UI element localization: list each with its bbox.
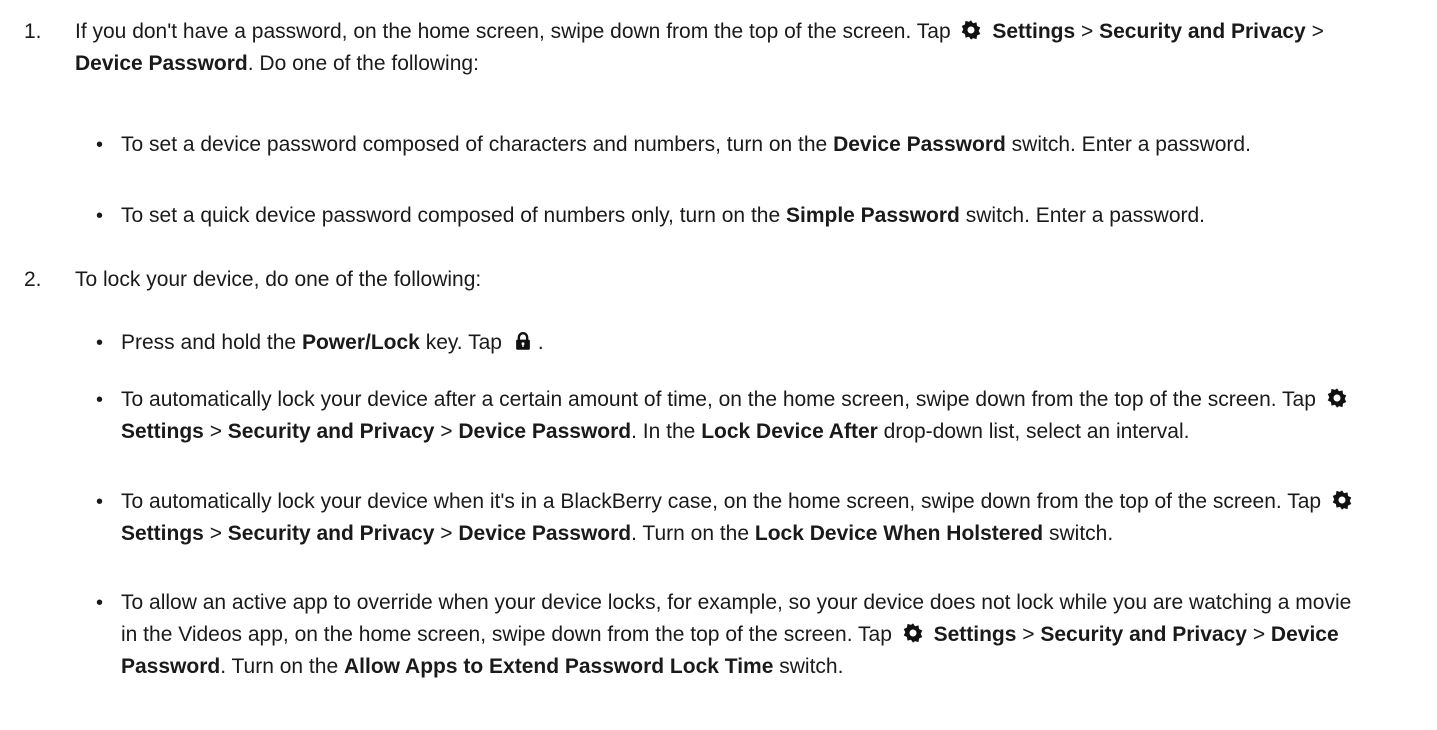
bullet-dot: • — [96, 134, 104, 156]
separator: > — [209, 522, 222, 545]
gear-icon — [902, 622, 924, 644]
bullet-text-part: . In the — [631, 420, 696, 443]
bullet-text-part: To set a quick device password composed … — [121, 204, 781, 227]
separator: > — [1311, 20, 1324, 43]
simple-password-switch-label: Simple Password — [785, 204, 960, 227]
security-privacy-label: Security and Privacy — [1040, 623, 1247, 646]
lock-icon — [512, 330, 534, 352]
bullet-text-part: switch. Enter a password. — [965, 204, 1205, 227]
security-privacy-label: Security and Privacy — [1099, 20, 1306, 43]
step-text-part: . Do one of the following: — [247, 52, 479, 75]
bullet-text-part: To automatically lock your device after … — [121, 388, 1316, 411]
bullet-text-part: switch. Enter a password. — [1011, 133, 1251, 156]
bullet-text-part: drop-down list, select an interval. — [883, 420, 1190, 443]
bullet-text: To allow an active app to override when … — [121, 587, 1357, 683]
separator: > — [1252, 623, 1266, 646]
gear-icon — [1331, 489, 1353, 511]
allow-apps-extend-lock-label: Allow Apps to Extend Password Lock Time — [343, 655, 774, 678]
instructions-page: 1. If you don't have a password, on the … — [0, 0, 1437, 730]
bullet-text-part: . — [537, 331, 544, 354]
separator: > — [209, 420, 222, 443]
step-number: 2. — [24, 268, 42, 291]
bullet-text: To automatically lock your device when i… — [121, 486, 1357, 550]
bullet-dot: • — [96, 332, 104, 354]
bullet-text-part: To automatically lock your device when i… — [121, 490, 1322, 513]
device-password-label: Device Password — [75, 52, 248, 75]
bullet-text: To set a quick device password composed … — [121, 200, 1357, 232]
separator: > — [440, 420, 453, 443]
bullet-dot: • — [96, 491, 104, 513]
security-privacy-label: Security and Privacy — [227, 420, 435, 443]
separator: > — [1081, 20, 1094, 43]
bullet-text: To set a device password composed of cha… — [121, 129, 1357, 161]
step-number: 1. — [24, 20, 42, 43]
settings-label: Settings — [933, 623, 1017, 646]
bullet-text-part: switch. — [779, 655, 844, 678]
gear-icon — [1326, 387, 1348, 409]
bullet-text-part: . Turn on the — [631, 522, 750, 545]
power-lock-key-label: Power/Lock — [301, 331, 420, 354]
bullet-text-part: key. Tap — [425, 331, 502, 354]
security-privacy-label: Security and Privacy — [227, 522, 435, 545]
bullet-dot: • — [96, 205, 104, 227]
step-text: If you don't have a password, on the hom… — [75, 16, 1347, 80]
settings-label: Settings — [121, 522, 204, 545]
bullet-dot: • — [96, 389, 104, 411]
device-password-switch-label: Device Password — [833, 133, 1006, 156]
bullet-text: Press and hold the Power/Lock key. Tap . — [121, 327, 1357, 359]
lock-device-when-holstered-label: Lock Device When Holstered — [754, 522, 1044, 545]
lock-device-after-label: Lock Device After — [701, 420, 878, 443]
separator: > — [1022, 623, 1035, 646]
device-password-label: Device Password — [458, 420, 632, 443]
gear-icon — [960, 19, 982, 41]
separator: > — [440, 522, 453, 545]
settings-label: Settings — [992, 20, 1076, 43]
device-password-label: Device Password — [458, 522, 632, 545]
bullet-text-part: . Turn on the — [220, 655, 339, 678]
bullet-text: To automatically lock your device after … — [121, 384, 1357, 448]
settings-label: Settings — [121, 420, 204, 443]
step-text: To lock your device, do one of the follo… — [75, 268, 482, 291]
bullet-dot: • — [96, 592, 104, 614]
bullet-text-part: switch. — [1048, 522, 1114, 545]
step-text-part: If you don't have a password, on the hom… — [75, 20, 951, 43]
bullet-text-part: To set a device password composed of cha… — [121, 133, 828, 156]
bullet-text-part: Press and hold the — [121, 331, 297, 354]
